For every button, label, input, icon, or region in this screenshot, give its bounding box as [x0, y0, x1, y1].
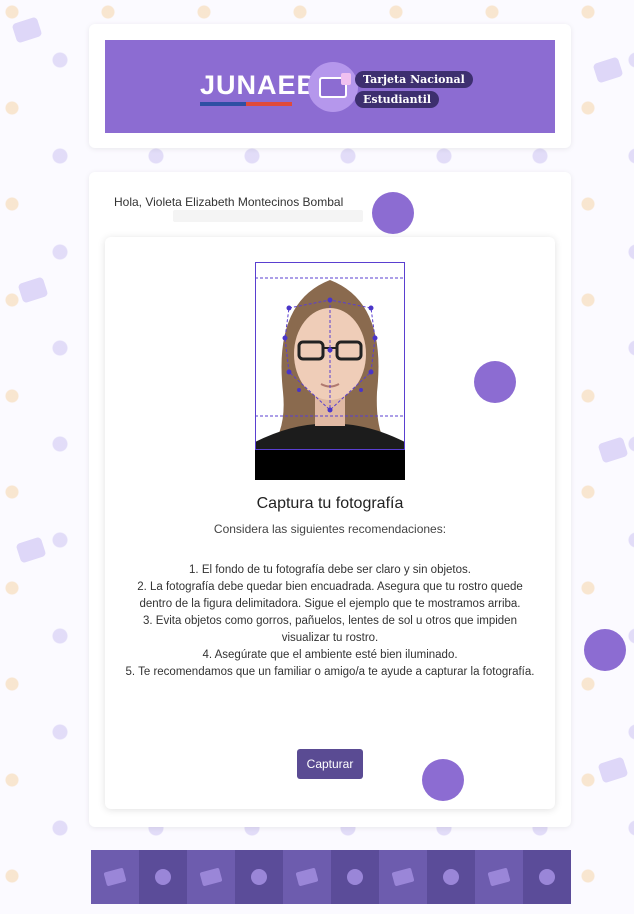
footer-tile: [139, 850, 187, 904]
footer-tile: [187, 850, 235, 904]
capture-button[interactable]: Capturar: [297, 749, 363, 779]
footer-tile: [283, 850, 331, 904]
card-icon: [199, 867, 223, 887]
circle-icon: [155, 869, 171, 885]
footer-tile: [427, 850, 475, 904]
main-card: Hola, Violeta Elizabeth Montecinos Bomba…: [89, 172, 571, 827]
footer-tile: [379, 850, 427, 904]
recommendation-item: 4. Asegúrate que el ambiente esté bien i…: [202, 649, 458, 661]
junaeb-banner: JUNAEB Tarjeta Nacional Estudiantil: [105, 40, 555, 133]
overlay-circle: [422, 759, 464, 801]
recommendation-item: 2. La fotografía debe quedar bien encuad…: [137, 581, 523, 610]
footer-tile: [475, 850, 523, 904]
face-guide-overlay: [255, 262, 405, 480]
tagline-line-2: Estudiantil: [355, 91, 440, 108]
overlay-circle: [372, 192, 414, 234]
card-icon: [103, 867, 127, 887]
example-photo: [255, 262, 405, 480]
junaeb-logo-text: JUNAEB: [200, 70, 318, 100]
circle-icon: [443, 869, 459, 885]
capture-title: Captura tu fotografía: [256, 495, 404, 512]
recommendation-item: 5. Te recomendamos que un familiar o ami…: [125, 666, 535, 678]
background-pattern-tile: [597, 436, 629, 464]
recommendations-list: 1. El fondo de tu fotografía debe ser cl…: [125, 562, 535, 681]
footer-tile: [523, 850, 571, 904]
circle-icon: [251, 869, 267, 885]
circle-icon: [347, 869, 363, 885]
background-pattern-tile: [592, 56, 624, 84]
header-card: JUNAEB Tarjeta Nacional Estudiantil: [89, 24, 571, 148]
card-icon: [295, 867, 319, 887]
background-pattern-tile: [11, 16, 43, 44]
card-icon: [487, 867, 511, 887]
background-pattern-tile: [15, 536, 47, 564]
overlay-circle: [584, 629, 626, 671]
logo-underline-red: [246, 102, 292, 106]
capture-subtitle: Considera las siguientes recomendaciones…: [213, 522, 447, 536]
footer-tile: [91, 850, 139, 904]
background-pattern-tile: [17, 276, 49, 304]
tagline-line-1: Tarjeta Nacional: [355, 71, 473, 88]
footer-decorative-band: [91, 850, 571, 904]
overlay-circle: [474, 361, 516, 403]
footer-tile: [235, 850, 283, 904]
tne-card-icon: [308, 62, 358, 112]
recommendation-item: 1. El fondo de tu fotografía debe ser cl…: [189, 564, 471, 576]
recommendation-item: 3. Evita objetos como gorros, pañuelos, …: [143, 615, 517, 644]
greeting-text: Hola, Violeta Elizabeth Montecinos Bomba…: [114, 195, 344, 209]
footer-tile: [331, 850, 379, 904]
greeting-divider: [173, 210, 363, 222]
card-icon: [391, 867, 415, 887]
capture-card: Captura tu fotografía Considera las sigu…: [105, 237, 555, 809]
logo-underline-blue: [200, 102, 246, 106]
circle-icon: [539, 869, 555, 885]
background-pattern-tile: [597, 756, 629, 784]
